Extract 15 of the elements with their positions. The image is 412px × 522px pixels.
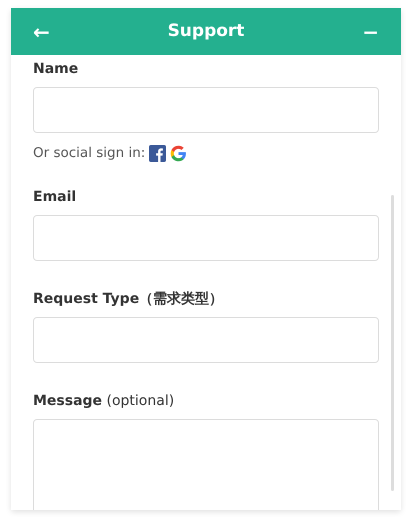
input-field[interactable] (33, 87, 379, 133)
field-label: Name (33, 60, 80, 79)
field-label: Message (optional) (33, 392, 176, 412)
minimize-button[interactable]: − (362, 22, 379, 42)
facebook-icon[interactable] (149, 144, 166, 162)
scrollbar[interactable] (391, 195, 394, 491)
back-button[interactable]: ← (33, 22, 50, 42)
field-label: Request Type（需求类型） (33, 290, 224, 310)
dropdown-field[interactable] (33, 317, 379, 364)
google-icon[interactable] (170, 144, 188, 162)
social-sign-in-text: Or social sign in: (33, 144, 146, 163)
field-label: Email (33, 188, 78, 208)
input-field[interactable] (33, 215, 379, 262)
header-title: Support (168, 20, 244, 43)
message-field[interactable] (33, 419, 379, 510)
